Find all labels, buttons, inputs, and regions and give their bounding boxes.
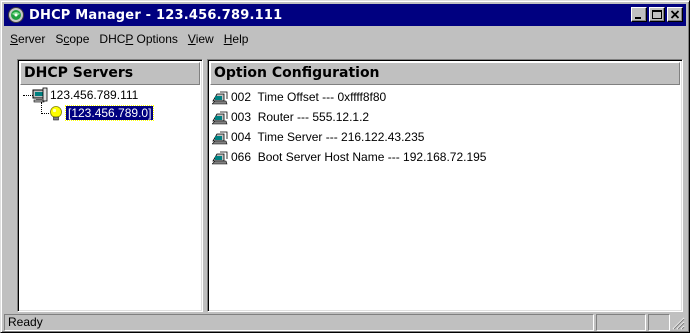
list-item[interactable]: 002 Time Offset --- 0xffff8f80 (212, 87, 680, 107)
status-panel (596, 314, 646, 331)
lightbulb-icon (50, 106, 62, 121)
menu-scope[interactable]: Scope (50, 32, 94, 46)
option-icon (212, 91, 228, 105)
close-icon (670, 10, 680, 19)
option-icon (212, 111, 228, 125)
tree-item-server[interactable]: 123.456.789.111 (32, 87, 138, 103)
list-item[interactable]: 066 Boot Server Host Name --- 192.168.72… (212, 147, 680, 167)
minimize-button[interactable] (631, 7, 647, 22)
option-label: 003 Router --- 555.12.1.2 (231, 110, 370, 124)
scope-label: [123.456.789.0] (64, 105, 155, 121)
dhcp-servers-pane: DHCP Servers 123.456.789.111 [123.456.78… (17, 59, 203, 312)
list-item[interactable]: 003 Router --- 555.12.1.2 (212, 107, 680, 127)
option-configuration-header[interactable]: Option Configuration (210, 62, 680, 85)
option-icon (212, 151, 228, 165)
dhcp-manager-icon[interactable] (7, 6, 25, 24)
option-list: 002 Time Offset --- 0xffff8f80 003 Route… (212, 87, 680, 309)
menu-server[interactable]: Server (4, 32, 50, 46)
menu-help[interactable]: Help (219, 32, 254, 46)
tree-item-scope[interactable]: [123.456.789.0] (48, 105, 155, 121)
option-configuration-pane: Option Configuration 002 Time Offset ---… (207, 59, 683, 312)
dhcp-manager-window: DHCP Manager - 123.456.789.111 Server Sc… (0, 0, 690, 333)
close-button[interactable] (667, 7, 683, 22)
menu-bar: Server Scope DHCP Options View Help (4, 28, 686, 50)
option-label: 066 Boot Server Host Name --- 192.168.72… (231, 150, 487, 164)
resize-grip-icon[interactable] (672, 317, 685, 330)
maximize-icon (652, 10, 662, 19)
menu-dhcp-options[interactable]: DHCP Options (94, 32, 183, 46)
option-label: 002 Time Offset --- 0xffff8f80 (231, 90, 387, 104)
minimize-icon (635, 17, 641, 19)
list-item[interactable]: 004 Time Server --- 216.122.43.235 (212, 127, 680, 147)
dhcp-servers-header[interactable]: DHCP Servers (20, 62, 200, 85)
status-panel (648, 314, 670, 331)
window-title: DHCP Manager - 123.456.789.111 (29, 7, 283, 23)
title-bar[interactable]: DHCP Manager - 123.456.789.111 (4, 4, 686, 26)
option-label: 004 Time Server --- 216.122.43.235 (231, 130, 425, 144)
maximize-button[interactable] (649, 7, 665, 22)
server-label: 123.456.789.111 (50, 88, 139, 102)
window-controls (629, 7, 683, 22)
server-icon (32, 87, 48, 103)
status-bar: Ready (4, 314, 686, 331)
menu-view[interactable]: View (183, 32, 219, 46)
status-text: Ready (4, 314, 594, 331)
server-tree: 123.456.789.111 [123.456.789.0] (20, 86, 200, 309)
option-icon (212, 131, 228, 145)
